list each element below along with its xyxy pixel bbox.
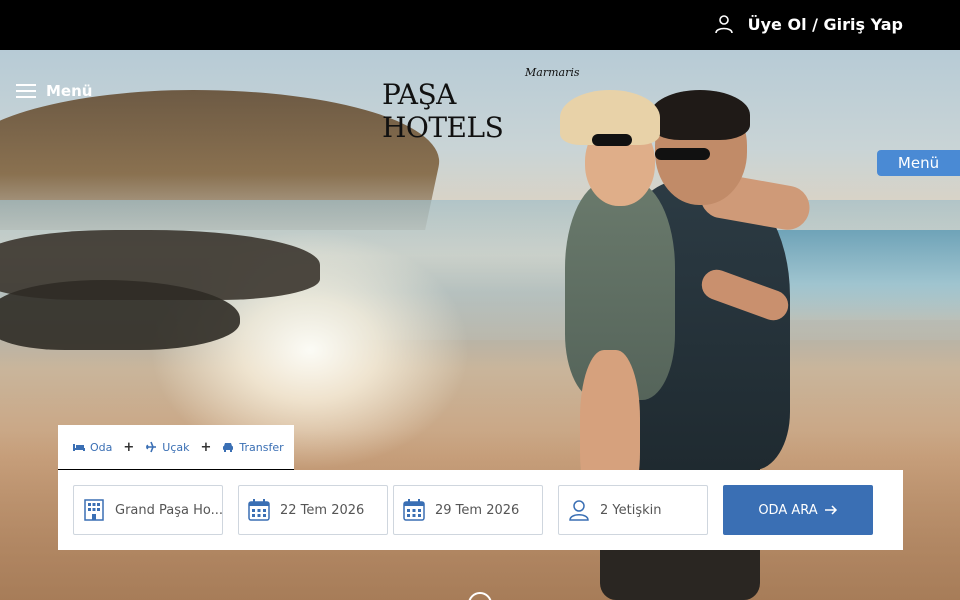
arrow-right-icon — [824, 505, 837, 515]
search-room-button[interactable]: ODA ARA — [723, 485, 873, 535]
booking-tabs: Oda + Uçak + Transfer — [58, 425, 294, 470]
tab-transfer-label: Transfer — [239, 440, 284, 454]
user-icon — [714, 15, 733, 34]
checkout-value: 29 Tem 2026 — [435, 502, 520, 518]
calendar-icon — [248, 499, 270, 521]
logo[interactable]: Marmaris PAŞA HOTELS — [382, 66, 582, 144]
building-icon — [84, 499, 104, 521]
login-link[interactable]: Üye Ol / Giriş Yap — [714, 14, 903, 34]
logo-title: PAŞA HOTELS — [382, 78, 504, 144]
hotel-select[interactable]: Grand Paşa Ho... — [73, 485, 223, 535]
booking-panel: Grand Paşa Ho... 22 Tem 2026 29 Tem 2026… — [58, 470, 903, 550]
checkin-value: 22 Tem 2026 — [280, 502, 365, 518]
tab-flight-label: Uçak — [162, 440, 190, 454]
user-icon — [569, 500, 589, 521]
car-icon — [223, 443, 234, 452]
search-room-label: ODA ARA — [758, 502, 818, 518]
bed-icon — [73, 444, 85, 451]
calendar-icon — [403, 499, 425, 521]
tab-transfer[interactable]: Transfer — [222, 440, 284, 454]
side-menu-tab[interactable]: Menü — [877, 150, 960, 176]
tab-room-label: Oda — [90, 440, 113, 454]
menu-button[interactable]: Menü — [16, 82, 92, 100]
hotel-value: Grand Paşa Ho... — [115, 502, 222, 518]
plane-icon — [146, 441, 157, 453]
tab-flight[interactable]: Uçak — [145, 440, 190, 454]
login-label: Üye Ol / Giriş Yap — [747, 14, 903, 34]
guests-value: 2 Yetişkin — [600, 502, 662, 518]
plus-separator: + — [200, 439, 212, 455]
guests-select[interactable]: 2 Yetişkin — [558, 485, 708, 535]
menu-label: Menü — [46, 82, 93, 100]
checkin-date[interactable]: 22 Tem 2026 — [238, 485, 388, 535]
plus-separator: + — [123, 439, 135, 455]
hamburger-icon — [16, 84, 36, 98]
top-bar: Üye Ol / Giriş Yap — [0, 0, 960, 50]
tab-room[interactable]: Oda — [73, 441, 112, 454]
checkout-date[interactable]: 29 Tem 2026 — [393, 485, 543, 535]
